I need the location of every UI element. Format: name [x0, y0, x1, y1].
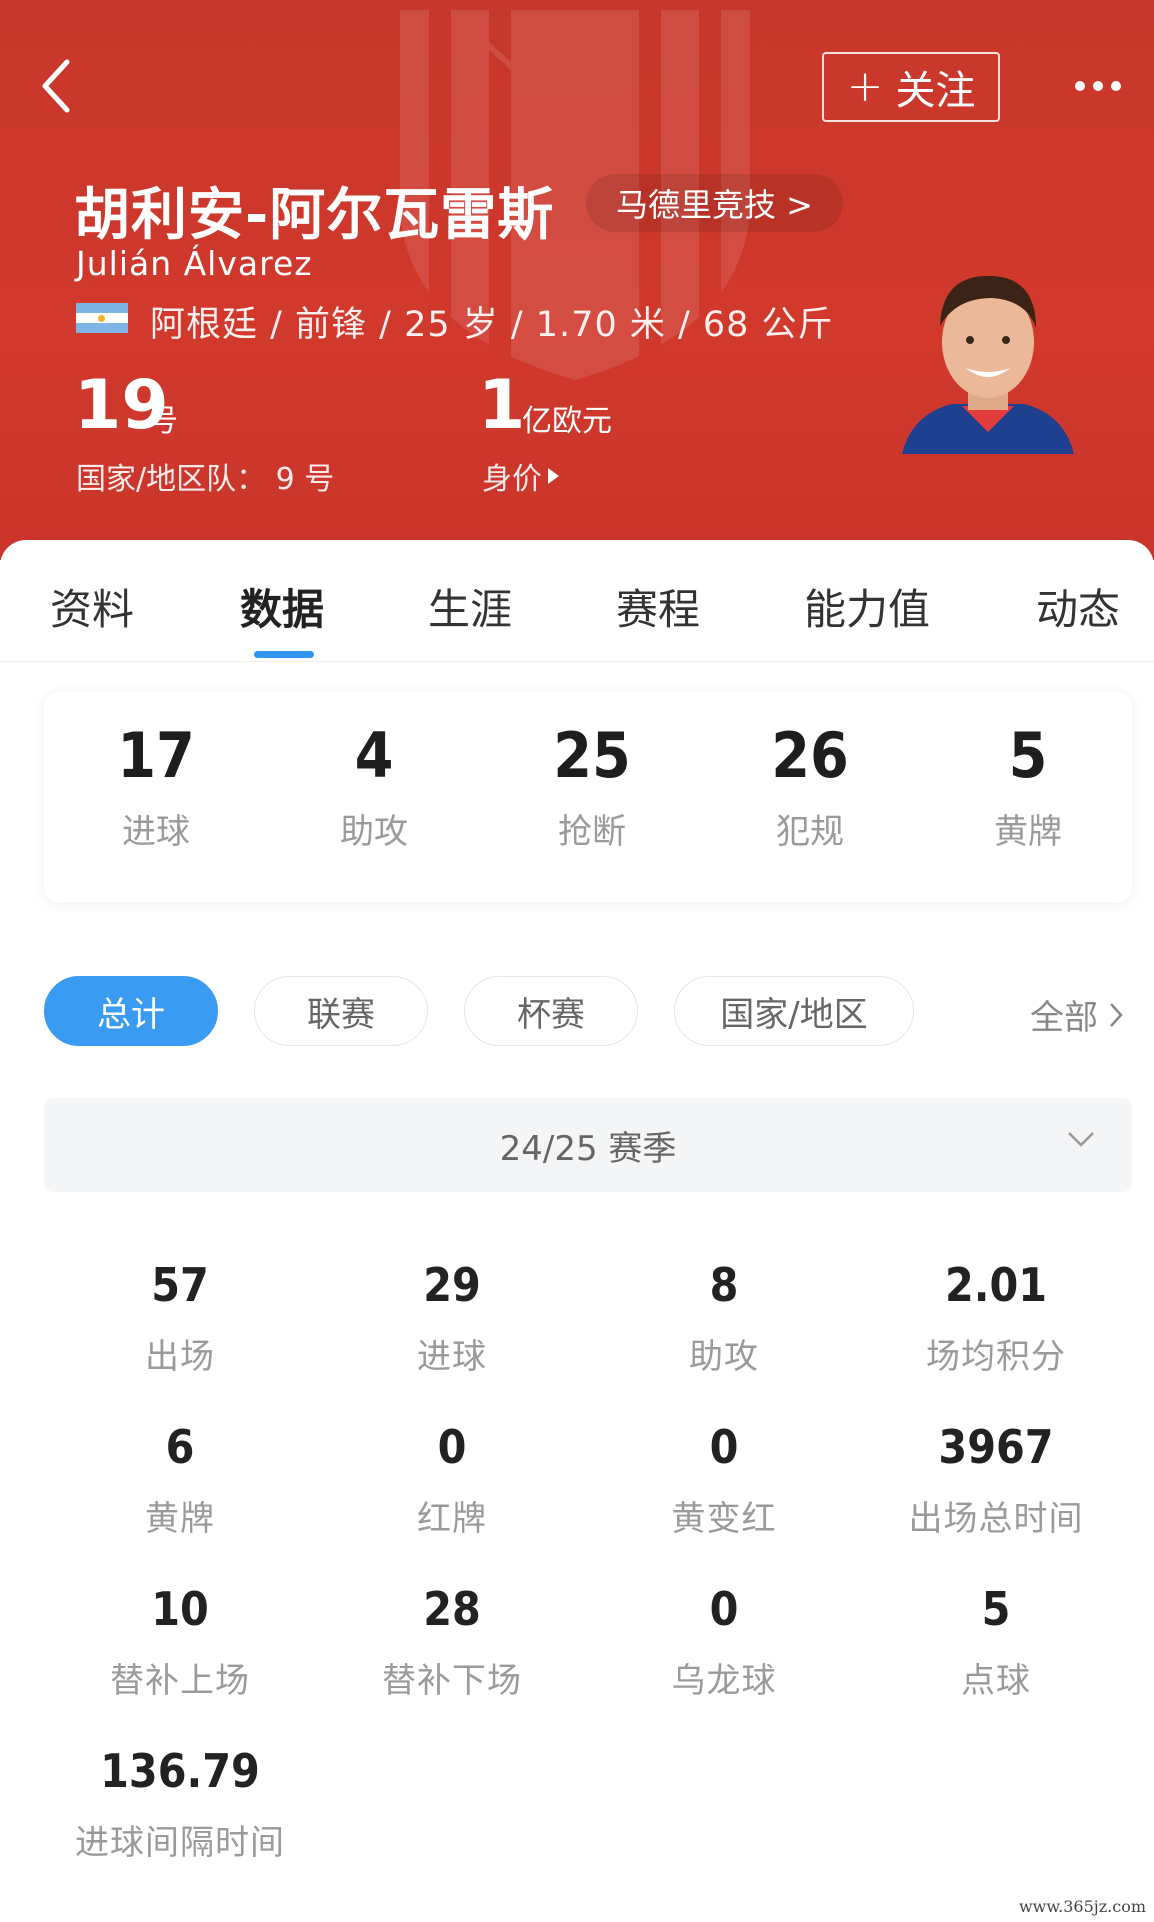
stat-second-yellow: 0 黄变红	[588, 1422, 860, 1540]
summary-label: 黄牌	[994, 812, 1062, 853]
follow-label: 关注	[895, 68, 976, 114]
market-value-link[interactable]: 身价	[482, 454, 559, 498]
all-filters-link[interactable]: 全部	[1030, 990, 1124, 1039]
all-label: 全部	[1030, 998, 1098, 1038]
shirt-number-unit: 号	[148, 404, 178, 439]
follow-button[interactable]: + 关注	[822, 52, 1000, 122]
summary-card: 17 进球 4 助攻 25 抢断 26 犯规 5 黄牌	[44, 692, 1132, 902]
stat-label: 出场总时间	[908, 1498, 1084, 1539]
stat-label: 助攻	[689, 1336, 759, 1377]
club-label: 马德里竞技 >	[616, 186, 813, 224]
stat-sub-off: 28 替补下场	[316, 1584, 588, 1702]
tab-schedule[interactable]: 赛程	[616, 576, 700, 637]
summary-label: 犯规	[776, 812, 844, 853]
national-team-number: 国家/地区队： 9 号	[76, 462, 335, 497]
stat-value: 0	[437, 1420, 467, 1474]
tab-stats[interactable]: 数据	[240, 576, 324, 637]
player-name-cn: 胡利安-阿尔瓦雷斯	[74, 183, 555, 248]
chevron-down-icon	[1068, 1132, 1094, 1147]
club-link[interactable]: 马德里竞技 >	[586, 174, 843, 232]
summary-value: 26	[771, 719, 849, 792]
stat-label: 乌龙球	[671, 1660, 777, 1701]
stat-own-goals: 0 乌龙球	[588, 1584, 860, 1702]
stat-label: 进球	[417, 1336, 487, 1377]
stat-value: 136.79	[100, 1744, 260, 1798]
market-value: 1	[478, 366, 526, 445]
summary-value: 4	[354, 719, 394, 792]
chevron-right-icon	[1110, 1002, 1123, 1027]
filter-chip-league[interactable]: 联赛	[254, 976, 428, 1046]
tab-news[interactable]: 动态	[1036, 576, 1120, 637]
summary-value: 5	[1008, 719, 1048, 792]
stat-label: 场均积分	[926, 1336, 1066, 1377]
stat-value: 8	[709, 1258, 739, 1312]
argentina-flag-icon	[76, 303, 128, 333]
stat-value: 28	[423, 1582, 481, 1636]
content-panel: 资料 数据 生涯 赛程 能力值 动态 17 进球 4 助攻 25 抢断 26 犯…	[0, 540, 1154, 1922]
summary-label: 进球	[122, 812, 190, 853]
season-selector[interactable]: 24/25 赛季	[44, 1098, 1132, 1192]
tab-bar: 资料 数据 生涯 赛程 能力值 动态	[0, 540, 1154, 662]
summary-item: 25 抢断	[512, 719, 672, 853]
market-value-unit: 亿欧元	[522, 404, 612, 439]
summary-item: 4 助攻	[294, 719, 454, 853]
stat-label: 红牌	[417, 1498, 487, 1539]
stat-minutes-per-goal: 136.79 进球间隔时间	[44, 1746, 316, 1864]
season-label: 24/25 赛季	[499, 1128, 677, 1169]
stat-appearances: 57 出场	[44, 1260, 316, 1378]
stat-value: 6	[165, 1420, 195, 1474]
stat-penalties: 5 点球	[860, 1584, 1132, 1702]
more-dots-icon	[1093, 81, 1103, 91]
stat-red-cards: 0 红牌	[316, 1422, 588, 1540]
filter-chip-cup[interactable]: 杯赛	[464, 976, 638, 1046]
stat-yellow-cards: 6 黄牌	[44, 1422, 316, 1540]
stat-minutes-played: 3967 出场总时间	[860, 1422, 1132, 1540]
stat-value: 5	[981, 1582, 1011, 1636]
stat-label: 进球间隔时间	[75, 1822, 285, 1863]
active-tab-indicator	[254, 651, 314, 658]
stat-value: 10	[151, 1582, 209, 1636]
player-header: + 关注 胡利安-阿尔瓦雷斯 马德里竞技 > Julián Álvarez 阿根…	[0, 0, 1154, 560]
summary-value: 25	[553, 719, 631, 792]
stat-label: 黄牌	[145, 1498, 215, 1539]
tab-career[interactable]: 生涯	[428, 576, 512, 637]
summary-item: 26 犯规	[730, 719, 890, 853]
stat-goals: 29 进球	[316, 1260, 588, 1378]
summary-label: 助攻	[340, 812, 408, 853]
stat-value: 3967	[938, 1420, 1054, 1474]
stat-value: 29	[423, 1258, 481, 1312]
more-dots-icon	[1075, 81, 1085, 91]
tab-profile[interactable]: 资料	[50, 576, 134, 637]
more-options-button[interactable]	[1066, 66, 1130, 106]
site-watermark: www.365jz.com	[1018, 1897, 1146, 1916]
summary-item: 17 进球	[76, 719, 236, 853]
market-value-label: 身价	[482, 462, 542, 497]
stat-label: 替补上场	[110, 1660, 250, 1701]
more-dots-icon	[1111, 81, 1121, 91]
player-avatar	[902, 275, 1074, 454]
filter-chip-national[interactable]: 国家/地区	[674, 976, 914, 1046]
player-info-line: 阿根廷 / 前锋 / 25 岁 / 1.70 米 / 68 公斤	[150, 305, 834, 345]
player-name-en: Julián Álvarez	[76, 244, 313, 283]
summary-label: 抢断	[558, 812, 626, 853]
summary-item: 5 黄牌	[948, 719, 1108, 853]
caret-right-icon	[548, 468, 559, 484]
stat-label: 替补下场	[382, 1660, 522, 1701]
stat-value: 0	[709, 1582, 739, 1636]
stat-assists: 8 助攻	[588, 1260, 860, 1378]
plus-icon: +	[846, 61, 884, 112]
stat-sub-on: 10 替补上场	[44, 1584, 316, 1702]
stat-value: 57	[151, 1258, 209, 1312]
filter-chip-total[interactable]: 总计	[44, 976, 218, 1046]
stat-value: 0	[709, 1420, 739, 1474]
stat-value: 2.01	[944, 1258, 1048, 1312]
stat-points-per-game: 2.01 场均积分	[860, 1260, 1132, 1378]
stat-label: 出场	[145, 1336, 215, 1377]
stat-label: 点球	[961, 1660, 1031, 1701]
tab-ability[interactable]: 能力值	[804, 576, 930, 637]
back-arrow-icon	[42, 59, 70, 113]
summary-value: 17	[117, 719, 195, 792]
stat-label: 黄变红	[671, 1498, 777, 1539]
back-button[interactable]	[36, 58, 76, 114]
